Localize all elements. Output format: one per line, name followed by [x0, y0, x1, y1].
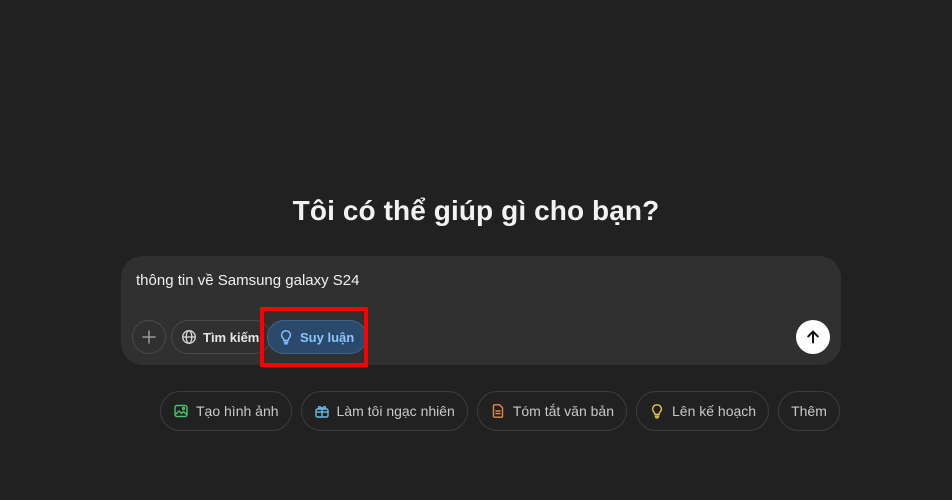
suggestion-label: Lên kế hoạch — [672, 403, 757, 419]
suggestion-surprise-me[interactable]: Làm tôi ngạc nhiên — [300, 391, 468, 431]
suggestion-create-image[interactable]: Tạo hình ảnh — [160, 391, 292, 431]
message-input[interactable]: thông tin về Samsung galaxy S24 — [136, 272, 359, 289]
suggestion-label: Tạo hình ảnh — [196, 403, 279, 419]
send-button[interactable] — [796, 320, 830, 354]
globe-icon — [181, 329, 197, 345]
search-button-label: Tìm kiếm — [203, 329, 260, 345]
gift-icon — [314, 403, 330, 419]
reasoning-button-label: Suy luận — [300, 329, 355, 345]
suggestion-label: Làm tôi ngạc nhiên — [336, 403, 455, 419]
lightbulb-icon — [649, 403, 665, 419]
suggestion-make-plan[interactable]: Lên kế hoạch — [636, 391, 770, 431]
lightbulb-icon — [278, 329, 294, 345]
suggestion-label: Tóm tắt văn bản — [512, 403, 614, 419]
suggestion-more-button[interactable]: Thêm — [778, 391, 840, 431]
message-composer: thông tin về Samsung galaxy S24 Tìm kiếm — [121, 256, 841, 365]
add-attachment-button[interactable] — [132, 320, 166, 354]
suggestion-label: Thêm — [791, 403, 827, 419]
page-title: Tôi có thể giúp gì cho bạn? — [292, 195, 660, 226]
image-icon — [173, 403, 189, 419]
plus-icon — [141, 329, 157, 345]
document-icon — [490, 403, 506, 419]
reasoning-button[interactable]: Suy luận — [267, 320, 368, 354]
arrow-up-icon — [805, 329, 821, 345]
search-button[interactable]: Tìm kiếm — [171, 320, 272, 354]
suggestion-summarize-text[interactable]: Tóm tắt văn bản — [476, 391, 627, 431]
suggestion-chips: Tạo hình ảnh Làm tôi ngạc nhiên Tóm tắt … — [160, 391, 840, 431]
chat-home-page: Tôi có thể giúp gì cho bạn? thông tin về… — [0, 0, 952, 500]
